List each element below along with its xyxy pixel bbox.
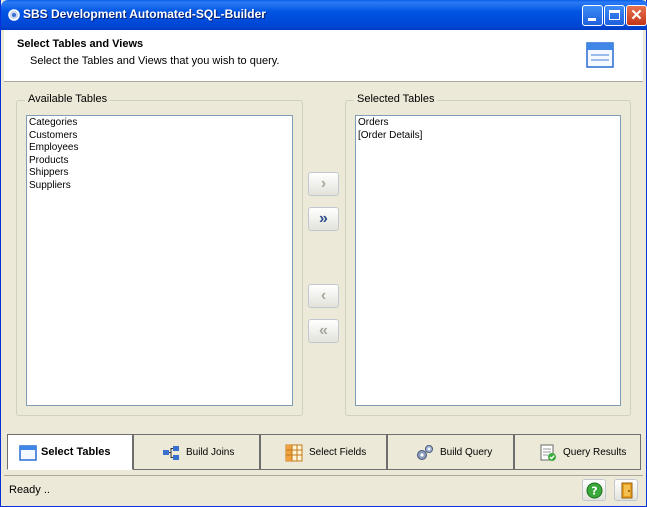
window-icon bbox=[19, 445, 37, 461]
app-window: SBS Development Automated-SQL-Builder ✕ … bbox=[0, 0, 647, 507]
tab-label: Build Query bbox=[440, 447, 493, 458]
svg-text:?: ? bbox=[591, 485, 597, 498]
wizard-tabs: Select Tables Build Joins Select Fields bbox=[7, 434, 641, 470]
exit-button[interactable] bbox=[614, 479, 638, 501]
close-button[interactable]: ✕ bbox=[626, 5, 647, 26]
available-tables-label: Available Tables bbox=[25, 93, 111, 105]
help-icon: ? bbox=[586, 482, 603, 499]
close-icon: ✕ bbox=[630, 7, 643, 24]
list-item[interactable]: Employees bbox=[29, 142, 290, 155]
window-title: SBS Development Automated-SQL-Builder bbox=[23, 7, 266, 21]
selected-tables-list[interactable]: Orders [Order Details] bbox=[355, 115, 621, 406]
maximize-button[interactable] bbox=[604, 5, 625, 26]
list-item[interactable]: [Order Details] bbox=[358, 130, 618, 143]
add-table-button[interactable]: › bbox=[308, 172, 339, 196]
exit-door-icon bbox=[621, 482, 633, 499]
available-tables-list[interactable]: Categories Customers Employees Products … bbox=[26, 115, 293, 406]
maximize-icon bbox=[609, 10, 620, 20]
tab-build-joins[interactable]: Build Joins bbox=[133, 434, 260, 470]
list-item[interactable]: Suppliers bbox=[29, 180, 290, 193]
available-tables-group: Available Tables Categories Customers Em… bbox=[16, 93, 303, 416]
minimize-icon bbox=[588, 18, 596, 21]
remove-all-tables-button[interactable]: « bbox=[308, 319, 339, 343]
grid-icon bbox=[285, 444, 303, 462]
tab-select-tables[interactable]: Select Tables bbox=[7, 434, 133, 470]
tab-label: Select Fields bbox=[309, 447, 367, 458]
list-item[interactable]: Customers bbox=[29, 130, 290, 143]
tab-label: Select Tables bbox=[41, 446, 111, 458]
wizard-header: Select Tables and Views Select the Table… bbox=[4, 30, 643, 82]
tab-select-fields[interactable]: Select Fields bbox=[260, 434, 387, 470]
status-text: Ready .. bbox=[9, 484, 50, 496]
minimize-button[interactable] bbox=[582, 5, 603, 26]
tab-label: Build Joins bbox=[186, 447, 235, 458]
gears-icon bbox=[417, 445, 433, 460]
tab-query-results[interactable]: Query Results bbox=[514, 434, 641, 470]
list-item[interactable]: Orders bbox=[358, 117, 618, 130]
tab-label: Query Results bbox=[563, 447, 627, 458]
title-bar[interactable]: SBS Development Automated-SQL-Builder ✕ bbox=[1, 0, 647, 30]
status-bar: Ready .. ? bbox=[4, 475, 643, 504]
joins-icon bbox=[163, 446, 179, 460]
results-icon bbox=[540, 444, 556, 461]
list-item[interactable]: Products bbox=[29, 155, 290, 168]
list-item[interactable]: Shippers bbox=[29, 167, 290, 180]
selected-tables-label: Selected Tables bbox=[354, 93, 438, 105]
remove-table-button[interactable]: ‹ bbox=[308, 284, 339, 308]
tab-build-query[interactable]: Build Query bbox=[387, 434, 514, 470]
page-subtitle: Select the Tables and Views that you wis… bbox=[30, 55, 280, 67]
app-icon bbox=[8, 9, 20, 21]
help-button[interactable]: ? bbox=[582, 479, 606, 501]
page-title: Select Tables and Views bbox=[17, 38, 144, 50]
list-item[interactable]: Categories bbox=[29, 117, 290, 130]
add-all-tables-button[interactable]: » bbox=[308, 207, 339, 231]
selected-tables-group: Selected Tables Orders [Order Details] bbox=[345, 93, 631, 416]
tables-window-icon bbox=[586, 42, 614, 68]
